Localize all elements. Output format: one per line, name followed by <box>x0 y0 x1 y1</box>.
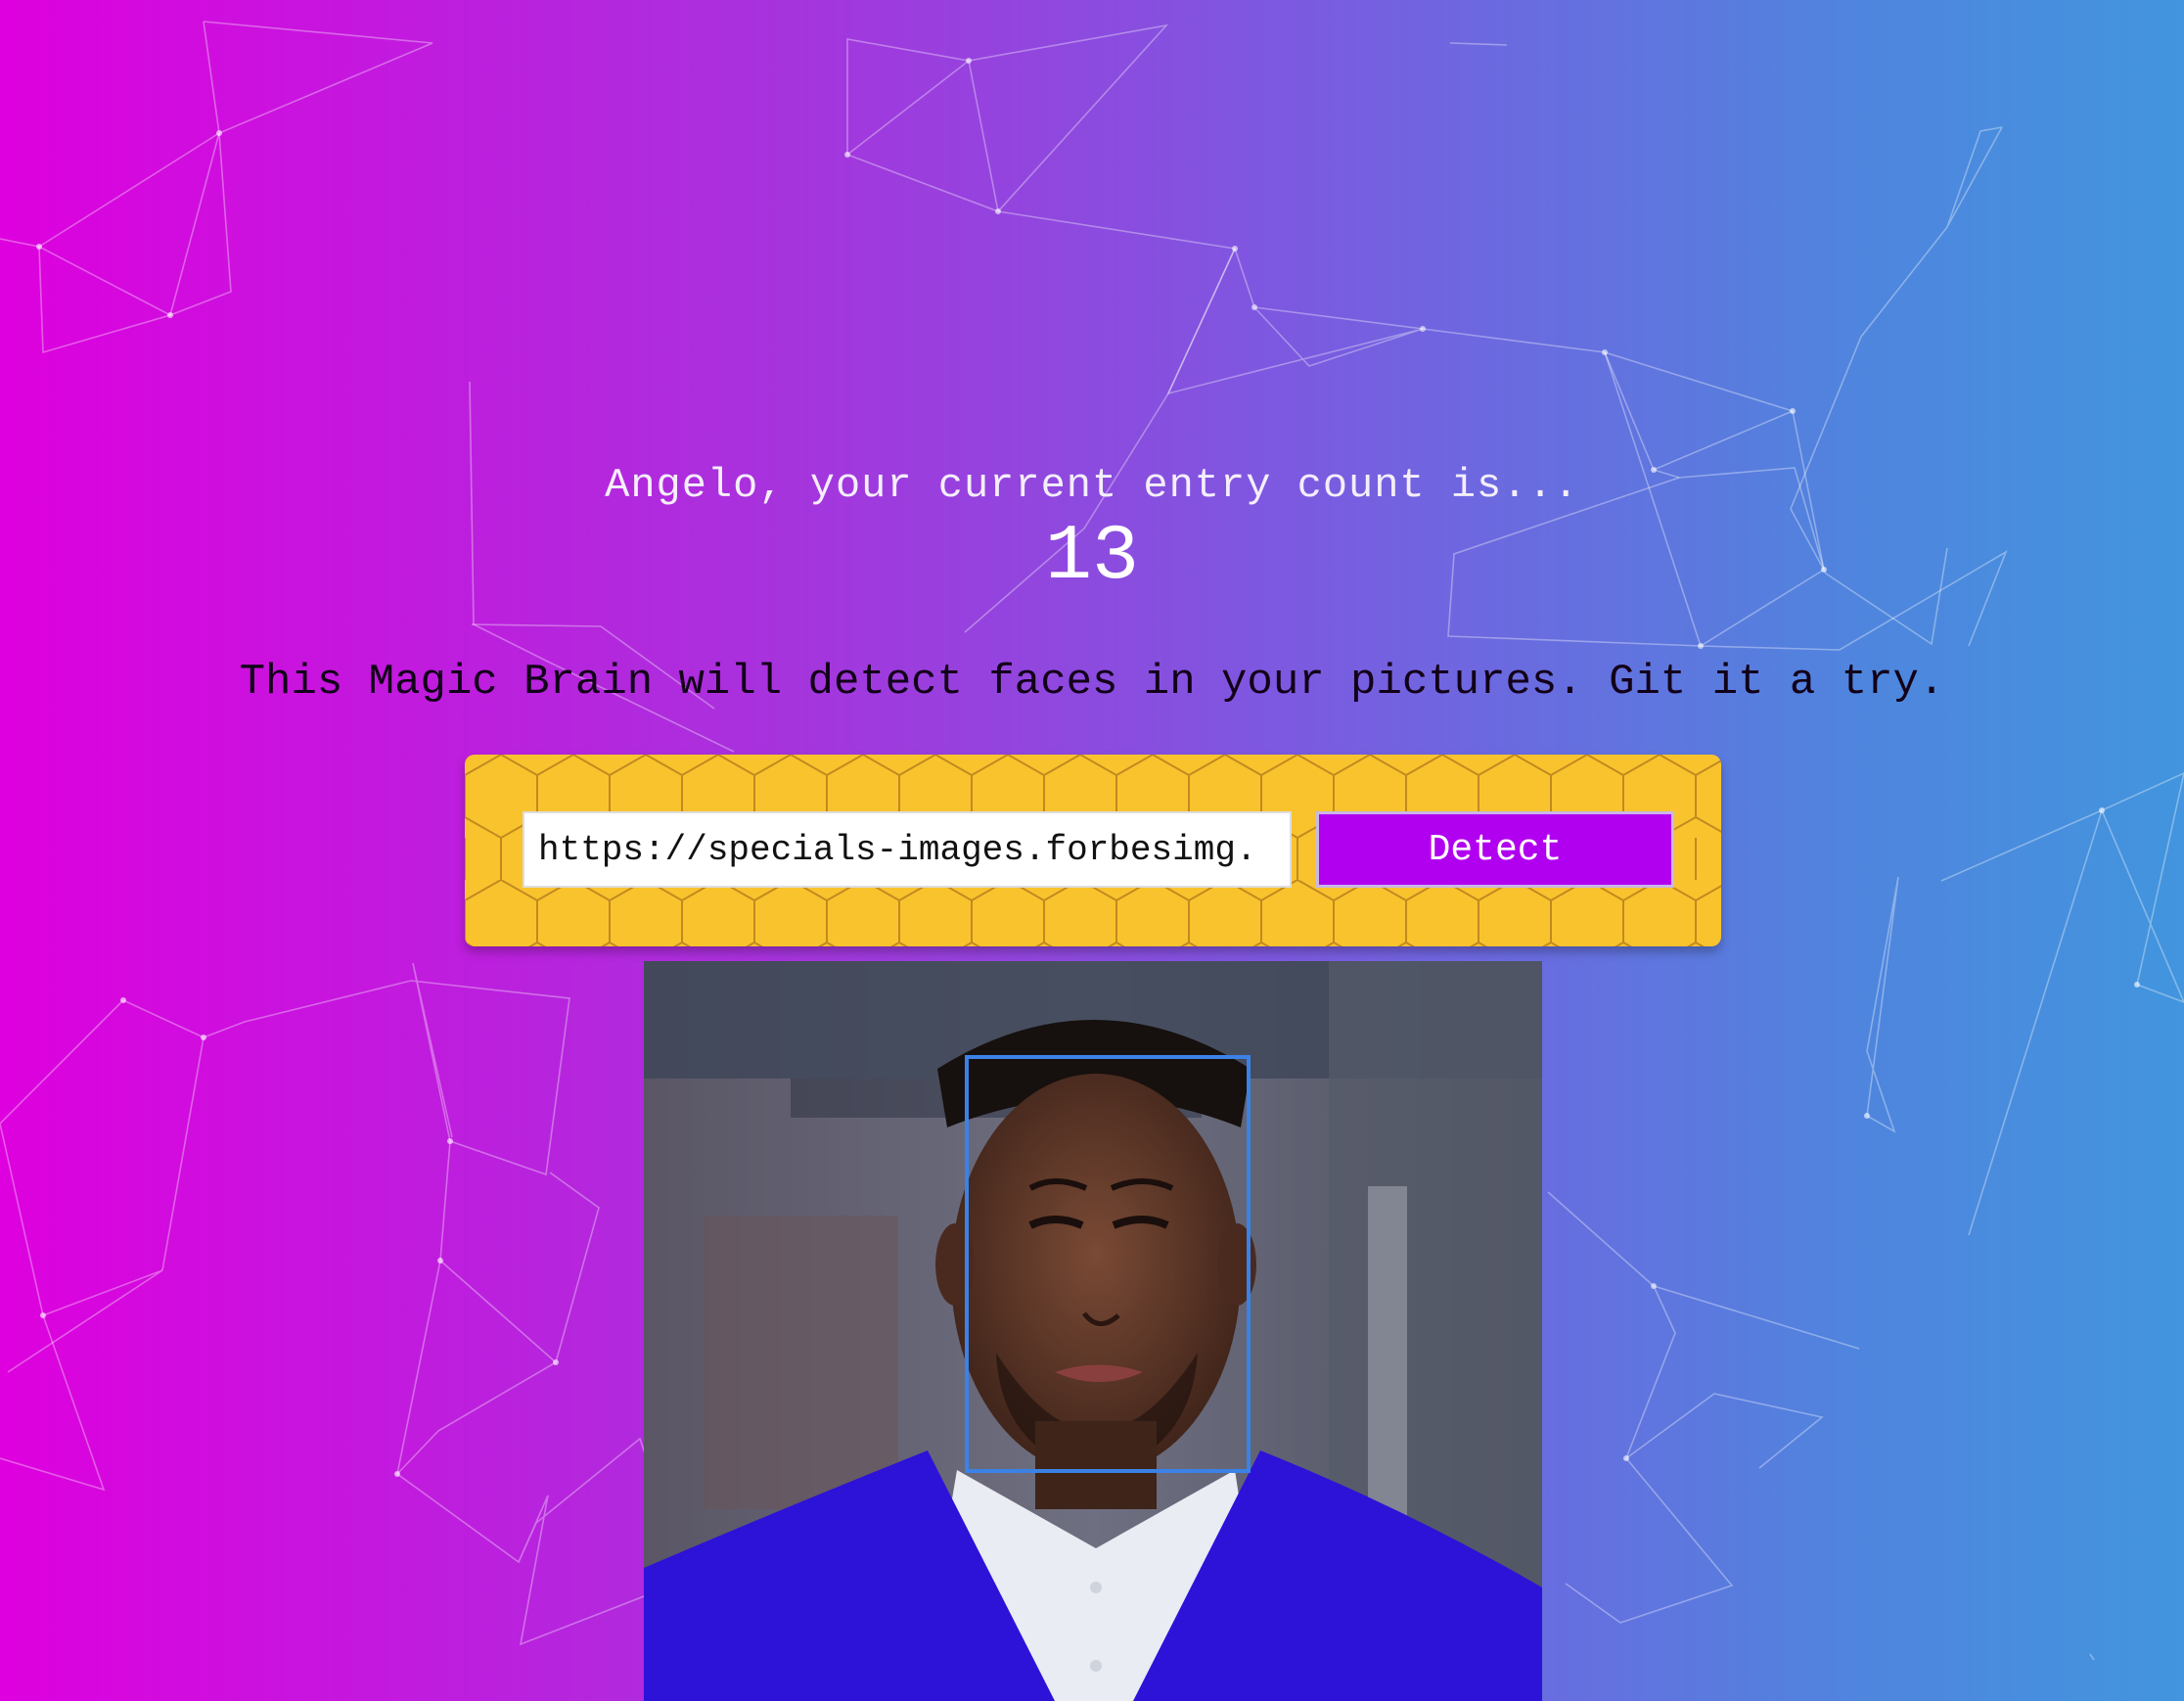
detect-button[interactable]: Detect <box>1316 811 1674 888</box>
image-link-form: Detect <box>465 755 1721 946</box>
rank-message: Angelo, your current entry count is... <box>605 462 1579 509</box>
intro-text: This Magic Brain will detect faces in yo… <box>239 658 1945 707</box>
image-url-input[interactable] <box>523 811 1292 888</box>
face-bounding-box <box>965 1055 1251 1473</box>
face-image <box>644 961 1542 1701</box>
rank-section: Angelo, your current entry count is... 1… <box>0 462 2184 597</box>
entry-count: 13 <box>1044 513 1139 602</box>
